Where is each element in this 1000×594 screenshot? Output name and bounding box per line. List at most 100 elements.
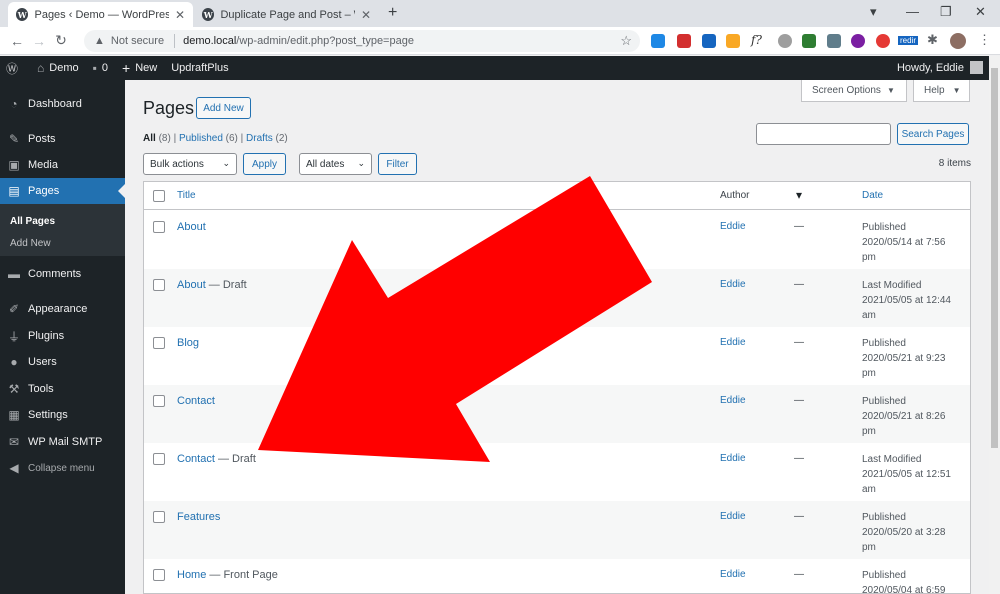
row-date: Published 2020/05/21 at 9:23 pm [862, 336, 962, 381]
row-comments: — [794, 569, 804, 580]
date-filter-select[interactable]: All dates ⌄ [299, 153, 372, 175]
row-checkbox[interactable] [153, 279, 165, 291]
filter-all-label: All [143, 133, 156, 144]
close-icon[interactable]: ✕ [175, 8, 185, 22]
formula-extension-icon[interactable]: f? [751, 33, 762, 47]
window-close-icon[interactable]: ✕ [975, 4, 986, 20]
close-icon[interactable]: ✕ [361, 8, 371, 22]
my-account-link[interactable]: Howdy, Eddie [897, 61, 983, 74]
row-checkbox[interactable] [153, 511, 165, 523]
add-new-button[interactable]: Add New [196, 97, 251, 119]
row-checkbox[interactable] [153, 395, 165, 407]
extension-icon[interactable] [778, 34, 792, 48]
filter-button[interactable]: Filter [378, 153, 417, 175]
screen-options-button[interactable]: Screen Options ▼ [801, 80, 907, 102]
table-row: Contact Eddie — Published 2020/05/21 at 8… [144, 385, 970, 443]
profile-menu-icon[interactable]: ▾ [870, 4, 877, 20]
search-input[interactable] [756, 123, 891, 145]
submenu-add-new[interactable]: Add New [10, 238, 51, 249]
sidebar-item-dashboard[interactable]: ◔ Dashboard [0, 91, 125, 117]
row-author[interactable]: Eddie [720, 511, 746, 522]
row-date-ampm: pm [862, 368, 876, 379]
extension-icon[interactable] [726, 34, 740, 48]
page-scrollbar[interactable] [989, 56, 1000, 594]
extension-icon[interactable] [827, 34, 841, 48]
comments-link[interactable]: ▪ 0 [93, 61, 108, 75]
row-title[interactable]: Home — Front Page [177, 569, 278, 581]
row-title[interactable]: About [177, 221, 206, 233]
sidebar-item-posts[interactable]: ✎ Posts [0, 126, 125, 152]
bulk-actions-select[interactable]: Bulk actions ⌄ [143, 153, 237, 175]
sidebar-item-media[interactable]: ▣ Media [0, 152, 125, 178]
help-button[interactable]: Help ▼ [913, 80, 970, 102]
redirect-extension-icon[interactable]: redir [898, 36, 919, 45]
bookmark-star-icon[interactable]: ☆ [620, 33, 632, 49]
updraftplus-link[interactable]: UpdraftPlus [171, 62, 228, 74]
row-title[interactable]: About — Draft [177, 279, 247, 291]
row-title[interactable]: Contact [177, 395, 215, 407]
filter-all-count: (8) [158, 133, 171, 144]
browser-tab-duplicate[interactable]: W Duplicate Page and Post – Word ✕ [194, 2, 379, 27]
row-author[interactable]: Eddie [720, 395, 746, 406]
sidebar-item-plugins[interactable]: ⏚ Plugins [0, 323, 125, 349]
column-title[interactable]: Title [177, 190, 196, 201]
row-comments: — [794, 279, 804, 290]
row-author[interactable]: Eddie [720, 279, 746, 290]
filter-all[interactable]: All [143, 133, 156, 144]
sidebar-item-comments[interactable]: ▬ Comments [0, 261, 125, 287]
avatar[interactable] [950, 33, 966, 49]
extension-icon[interactable] [677, 34, 691, 48]
minimize-icon[interactable]: — [906, 4, 919, 19]
row-checkbox[interactable] [153, 453, 165, 465]
sidebar-item-pages[interactable]: ▤ Pages [0, 178, 125, 204]
table-row: Blog Eddie — Published 2020/05/21 at 9:23… [144, 327, 970, 385]
sidebar-item-users[interactable]: ● Users [0, 349, 125, 375]
row-title[interactable]: Blog [177, 337, 199, 349]
row-checkbox[interactable] [153, 221, 165, 233]
site-name-link[interactable]: ⌂ Demo [37, 61, 79, 75]
sidebar-item-wp-mail-smtp[interactable]: ✉ WP Mail SMTP [0, 429, 125, 455]
extension-icon[interactable] [851, 34, 865, 48]
puzzle-icon[interactable]: ✱ [927, 32, 938, 48]
search-pages-button[interactable]: Search Pages [897, 123, 969, 145]
extension-icon[interactable] [876, 34, 890, 48]
column-date[interactable]: Date [862, 190, 883, 201]
forward-icon[interactable]: → [28, 33, 50, 49]
reload-icon[interactable]: ↻ [50, 32, 72, 49]
row-date-ampm: pm [862, 426, 876, 437]
row-checkbox[interactable] [153, 569, 165, 581]
apply-button[interactable]: Apply [243, 153, 286, 175]
extension-icon[interactable] [802, 34, 816, 48]
row-status: Last Modified [862, 280, 922, 291]
row-title[interactable]: Features [177, 511, 220, 523]
sidebar-item-appearance[interactable]: ✐ Appearance [0, 296, 125, 322]
wordpress-logo-icon[interactable]: Ⓦ [6, 60, 23, 77]
submenu-all-pages[interactable]: All Pages [10, 216, 55, 227]
bulk-actions-label: Bulk actions [150, 158, 204, 170]
row-comments: — [794, 511, 804, 522]
row-author[interactable]: Eddie [720, 453, 746, 464]
extension-icon[interactable] [702, 34, 716, 48]
tab-title: Duplicate Page and Post – Word [220, 8, 354, 21]
sidebar-item-label: Settings [28, 409, 68, 421]
row-author[interactable]: Eddie [720, 337, 746, 348]
row-author[interactable]: Eddie [720, 221, 746, 232]
sidebar-item-settings[interactable]: ▦ Settings [0, 402, 125, 428]
filter-drafts[interactable]: Drafts [246, 133, 273, 144]
row-author[interactable]: Eddie [720, 569, 746, 580]
new-content-link[interactable]: + New [122, 60, 157, 76]
select-all-checkbox[interactable] [153, 190, 165, 202]
browser-tab-pages[interactable]: W Pages ‹ Demo — WordPress ✕ [8, 2, 193, 27]
scrollbar-thumb[interactable] [991, 68, 998, 448]
new-tab-button[interactable]: + [388, 4, 397, 22]
sidebar-item-tools[interactable]: ⚒ Tools [0, 376, 125, 402]
maximize-icon[interactable]: ❐ [940, 4, 952, 20]
filter-published[interactable]: Published [179, 133, 223, 144]
row-checkbox[interactable] [153, 337, 165, 349]
url-bar[interactable]: ▲ Not secure demo.local /wp-admin/edit.p… [84, 30, 640, 52]
back-icon[interactable]: ← [6, 33, 28, 49]
browser-menu-icon[interactable]: ⋮ [978, 32, 991, 48]
row-title[interactable]: Contact — Draft [177, 453, 256, 465]
collapse-menu-button[interactable]: ◀ Collapse menu [0, 455, 125, 481]
extension-icon[interactable] [651, 34, 665, 48]
